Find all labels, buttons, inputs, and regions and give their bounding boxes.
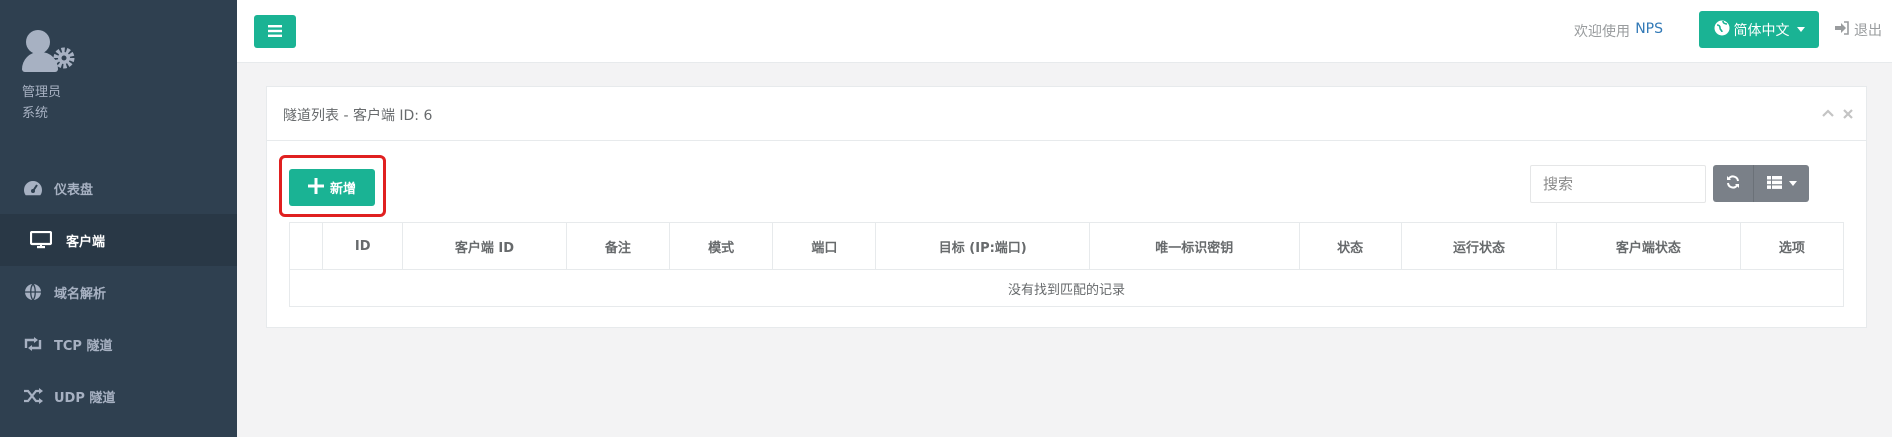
dashboard-icon [22,179,44,197]
sidebar-nav: 仪表盘 客户端 域名解析 TCP 隧道 UDP 隧道 [0,162,237,422]
caret-down-icon [1796,27,1805,32]
sidebar-item-label: UDP 隧道 [54,390,116,406]
language-dropdown[interactable]: 简体中文 [1699,11,1819,48]
menu-toggle-button[interactable] [254,15,296,48]
profile-name: 管理员 [22,85,62,100]
column-header[interactable]: 选项 [1739,222,1845,270]
globe-icon [1714,20,1730,40]
column-header[interactable]: 备注 [565,222,670,270]
top-navbar: 欢迎使用 NPS 简体中文 退出 [237,0,1892,63]
th-list-icon [1766,174,1782,193]
sidebar-item-label: 客户端 [66,234,106,250]
column-header[interactable]: 状态 [1298,222,1402,270]
panel-title: 隧道列表 - 客户端 ID: 6 [283,108,433,124]
chevron-up-icon[interactable] [1822,105,1834,124]
column-header[interactable]: 模式 [668,222,774,270]
table-row: 没有找到匹配的记录 [289,269,1844,307]
sidebar-item-domain[interactable]: 域名解析 [0,266,237,318]
sign-out-icon [1834,21,1849,39]
column-header[interactable]: ID [322,222,404,270]
language-label: 简体中文 [1733,22,1790,39]
column-header[interactable]: 运行状态 [1400,222,1558,270]
table-toolbar [1713,165,1809,202]
table-header-row: ID 客户端 ID 备注 模式 端口 目标 (IP:端口) 唯一标识密钥 状态 … [288,222,1845,270]
add-button-label: 新增 [329,182,356,197]
column-header[interactable]: 客户端 ID [402,222,567,270]
add-tunnel-button[interactable]: 新增 [289,169,375,206]
panel-tools [1822,105,1854,124]
refresh-icon [1726,174,1740,193]
sidebar-item-udp[interactable]: UDP 隧道 [0,370,237,422]
column-header[interactable]: 目标 (IP:端口) [875,222,1091,270]
sidebar-item-tcp[interactable]: TCP 隧道 [0,318,237,370]
sidebar-item-clients[interactable]: 客户端 [0,214,237,266]
sidebar-item-label: 域名解析 [54,286,107,302]
user-gear-icon [22,28,78,74]
sidebar-item-label: 仪表盘 [54,182,94,198]
welcome-text: 欢迎使用 [1574,24,1630,40]
column-header[interactable]: 唯一标识密钥 [1089,222,1300,270]
globe-icon [22,283,44,301]
caret-down-icon [1788,181,1797,186]
retweet-icon [22,335,44,353]
refresh-button[interactable] [1713,165,1753,202]
logout-label: 退出 [1854,23,1882,39]
tunnel-list-panel: 隧道列表 - 客户端 ID: 6 新增 搜索 ID 客户端 ID 备注 模式 端… [266,86,1867,328]
sidebar-item-label: TCP 隧道 [54,338,113,354]
sidebar: 管理员 系统 仪表盘 客户端 域名解析 TCP 隧道 UDP 隧道 [0,0,237,437]
panel-header: 隧道列表 - 客户端 ID: 6 [267,87,1866,141]
empty-message: 没有找到匹配的记录 [289,269,1844,307]
search-input[interactable] [1530,165,1706,203]
detail-column-header [288,222,324,270]
nps-link[interactable]: NPS [1635,21,1663,37]
sidebar-item-dashboard[interactable]: 仪表盘 [0,162,237,214]
profile-role: 系统 [22,106,49,121]
logout-link[interactable]: 退出 [1834,20,1882,40]
bars-icon [268,22,282,41]
tunnel-table: ID 客户端 ID 备注 模式 端口 目标 (IP:端口) 唯一标识密钥 状态 … [288,222,1845,307]
plus-icon [307,177,324,198]
column-header[interactable]: 端口 [772,222,877,270]
shuffle-icon [22,387,44,405]
panel-body: 新增 ID 客户端 ID 备注 [267,141,1866,328]
desktop-icon [30,231,52,249]
profile: 管理员 系统 [22,28,78,124]
close-icon[interactable] [1842,105,1854,124]
columns-toggle-button[interactable] [1753,165,1809,202]
column-header[interactable]: 客户端状态 [1556,222,1741,270]
